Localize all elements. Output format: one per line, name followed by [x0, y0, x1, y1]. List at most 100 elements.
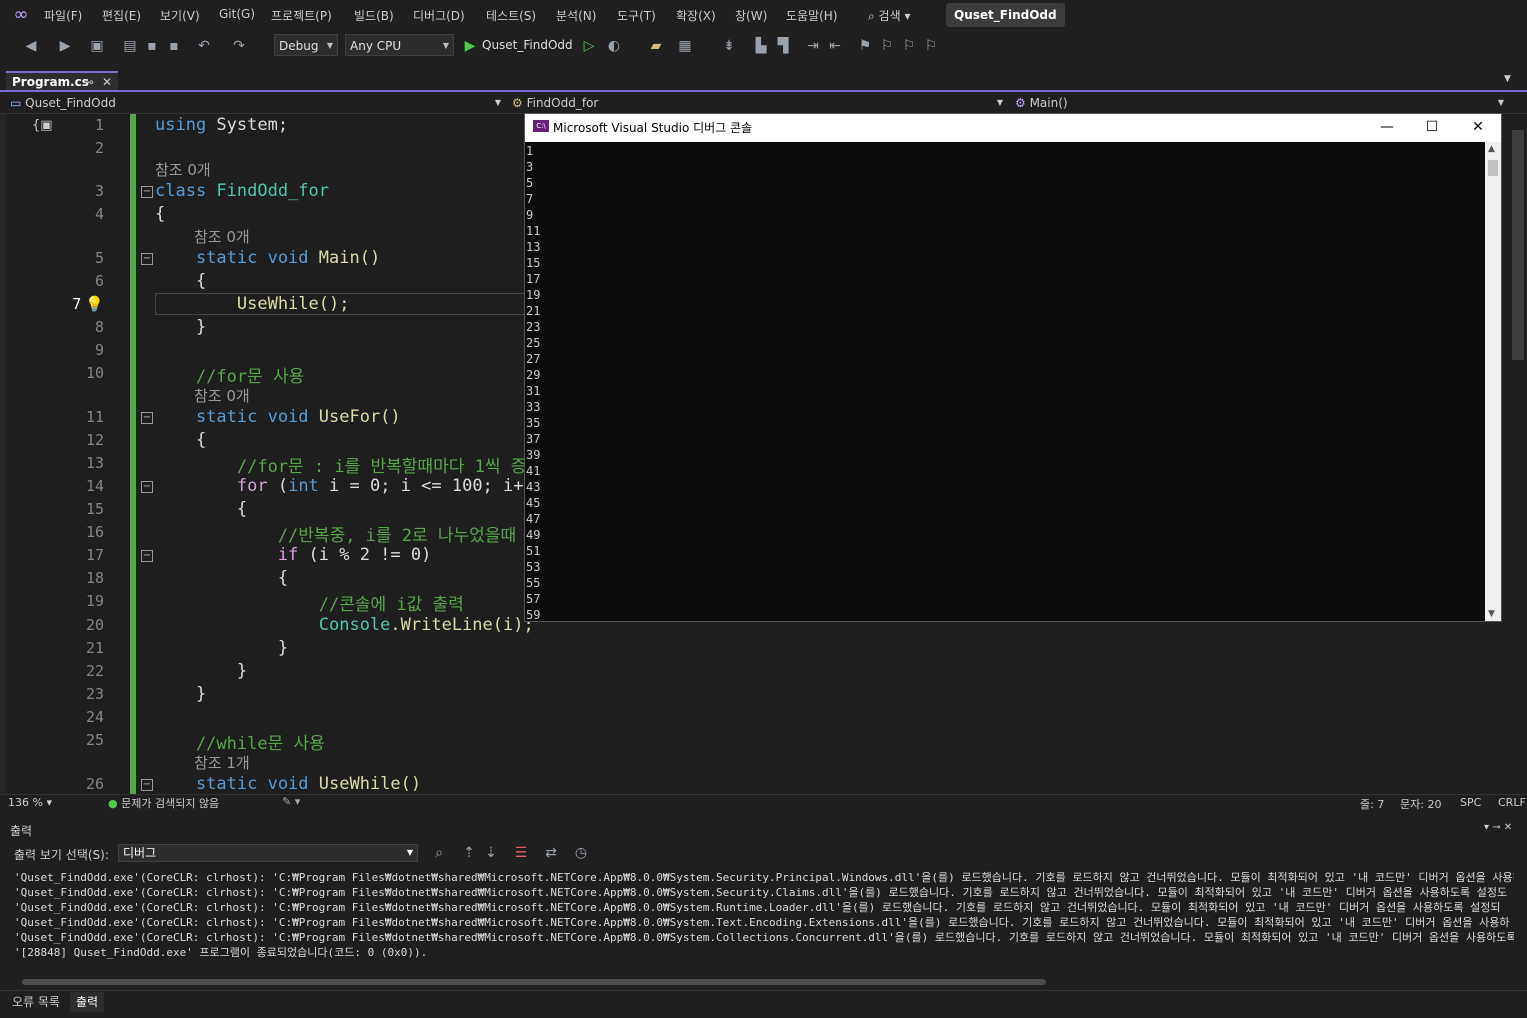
close-icon[interactable]: ✕ [1463, 117, 1493, 137]
line-indicator[interactable]: 줄: 7 [1360, 796, 1384, 812]
comment-icon[interactable]: ▙ [752, 37, 770, 55]
navigate-back-icon[interactable]: ◀ [22, 37, 40, 55]
console-output-line: 45 [526, 496, 541, 510]
output-source-dropdown[interactable]: 디버그 ▼ [118, 844, 418, 862]
menu-view[interactable]: 보기(V) [160, 7, 200, 24]
collapse-icon[interactable]: − [141, 481, 153, 493]
close-icon[interactable]: ✕ [102, 73, 112, 92]
menu-test[interactable]: 테스트(S) [486, 7, 536, 24]
window-layout-icon[interactable]: ▦ [676, 37, 694, 55]
start-debugging-icon[interactable]: ▶ [461, 37, 479, 55]
redo-icon[interactable]: ↷ [230, 37, 248, 55]
next-message-icon[interactable]: ⇣ [482, 844, 500, 862]
menu-build[interactable]: 빌드(B) [354, 7, 394, 24]
next-bookmark-icon[interactable]: ⚐ [900, 37, 918, 55]
line-number: 24 [85, 708, 104, 726]
pin-icon[interactable]: ⊸ [84, 73, 94, 92]
tab-error-list[interactable]: 오류 목록 [6, 992, 66, 1012]
output-horizontal-scroll-thumb[interactable] [22, 979, 1046, 985]
collapse-icon[interactable]: − [141, 550, 153, 562]
menu-window[interactable]: 창(W) [735, 7, 767, 24]
collapse-icon[interactable]: − [141, 186, 153, 198]
collapse-icon[interactable]: − [141, 412, 153, 424]
chevron-down-icon: ▼ [442, 41, 449, 50]
solution-name-badge[interactable]: Quset_FindOdd [946, 3, 1065, 27]
console-output-line: 17 [526, 272, 541, 286]
menu-debug[interactable]: 디버그(D) [413, 7, 465, 24]
tab-output[interactable]: 출력 [70, 992, 105, 1012]
console-output-line: 39 [526, 448, 541, 462]
indent-icon[interactable]: ⇥ [804, 37, 822, 55]
console-scroll-thumb[interactable] [1488, 160, 1498, 176]
line-ending-indicator[interactable]: CRLF [1498, 796, 1526, 809]
clear-all-icon[interactable]: ☰ [512, 844, 530, 862]
configuration-dropdown[interactable]: Debug ▼ [274, 34, 338, 56]
menu-help[interactable]: 도움말(H) [786, 7, 838, 24]
char-indicator[interactable]: 문자: 20 [1400, 796, 1441, 812]
scroll-up-icon[interactable]: ▲ [1488, 144, 1495, 154]
line-number: 16 [85, 523, 104, 541]
scroll-down-icon[interactable]: ▼ [1488, 609, 1495, 619]
lightbulb-icon[interactable]: 💡 [85, 295, 104, 313]
uncomment-icon[interactable]: ▜ [774, 37, 792, 55]
console-output-line: 35 [526, 416, 541, 430]
undo-icon[interactable]: ↶ [195, 37, 213, 55]
line-number: 18 [85, 569, 104, 587]
line-number: 26 [85, 775, 104, 793]
clear-bookmarks-icon[interactable]: ⚐ [922, 37, 940, 55]
step-icon[interactable]: ⇟ [720, 37, 738, 55]
menu-edit[interactable]: 편집(E) [102, 7, 141, 24]
save-all-icon[interactable]: ▪ [165, 37, 183, 55]
class-dropdown[interactable]: ⚙ FindOdd_for ▼ [512, 94, 1007, 112]
folder-icon[interactable]: ▰ [647, 37, 665, 55]
prev-bookmark-icon[interactable]: ⚐ [878, 37, 896, 55]
codelens-references[interactable]: 참조 0개 [194, 226, 250, 247]
minimize-icon[interactable]: — [1372, 117, 1402, 137]
bookmark-icon[interactable]: ⚑ [856, 37, 874, 55]
word-wrap-icon[interactable]: ⇄ [542, 844, 560, 862]
menu-extensions[interactable]: 확장(X) [676, 7, 716, 24]
save-icon[interactable]: ▪ [143, 37, 161, 55]
codelens-references[interactable]: 참조 0개 [194, 385, 250, 406]
issues-indicator[interactable]: ● 문제가 검색되지 않음 [108, 795, 219, 811]
menu-analyze[interactable]: 분석(N) [556, 7, 596, 24]
maximize-icon[interactable]: ☐ [1417, 117, 1447, 137]
code-line-10: //for문 사용 [155, 367, 305, 387]
new-project-icon[interactable]: ▣ [88, 37, 106, 55]
visual-studio-logo-icon[interactable]: ∞ [10, 5, 32, 25]
outdent-icon[interactable]: ⇤ [826, 37, 844, 55]
search-button[interactable]: ⌕ 검색 ▾ [868, 7, 910, 24]
member-dropdown[interactable]: ⚙ Main() ▼ [1015, 94, 1508, 112]
hot-reload-icon[interactable]: ◐ [605, 37, 623, 55]
collapse-icon[interactable]: − [141, 779, 153, 791]
menu-file[interactable]: 파일(F) [44, 7, 82, 24]
open-file-icon[interactable]: ▤ [121, 37, 139, 55]
menu-tools[interactable]: 도구(T) [617, 7, 656, 24]
console-output-line: 25 [526, 336, 541, 350]
run-target-button[interactable]: Quset_FindOdd [482, 38, 573, 52]
find-message-icon[interactable]: ⌕ [430, 844, 448, 862]
tab-list-chevron-icon[interactable]: ▼ [1504, 74, 1511, 84]
debug-console-window[interactable] [524, 113, 1502, 622]
code-cleanup-icon[interactable]: ✎ ▾ [282, 795, 300, 808]
editor-scroll-thumb[interactable] [1512, 130, 1524, 360]
codelens-references[interactable]: 참조 1개 [194, 752, 250, 773]
line-number: 3 [94, 182, 104, 200]
collapse-icon[interactable]: − [141, 253, 153, 265]
whitespace-indicator[interactable]: SPC [1460, 796, 1481, 809]
tab-program-cs[interactable]: Program.cs ⊸ ✕ [6, 71, 118, 90]
platform-dropdown[interactable]: Any CPU ▼ [345, 34, 454, 56]
project-dropdown[interactable]: ▭ Quset_FindOdd ▼ [10, 94, 505, 112]
navigate-forward-icon[interactable]: ▶ [56, 37, 74, 55]
prev-message-icon[interactable]: ⇡ [460, 844, 478, 862]
menu-git[interactable]: Git(G) [219, 7, 255, 21]
panel-options-icon[interactable]: ▾ ⊸ ✕ [1484, 822, 1512, 833]
codelens-references[interactable]: 참조 0개 [155, 159, 211, 180]
zoom-level-dropdown[interactable]: 136 % ▾ [8, 796, 52, 809]
start-without-debugging-icon[interactable]: ▷ [580, 37, 598, 55]
menu-project[interactable]: 프로젝트(P) [271, 7, 332, 24]
timestamp-icon[interactable]: ◷ [572, 844, 590, 862]
code-map-icon[interactable]: {▣ [32, 118, 53, 133]
member-label: Main() [1029, 96, 1068, 110]
console-scrollbar[interactable] [1485, 142, 1501, 621]
